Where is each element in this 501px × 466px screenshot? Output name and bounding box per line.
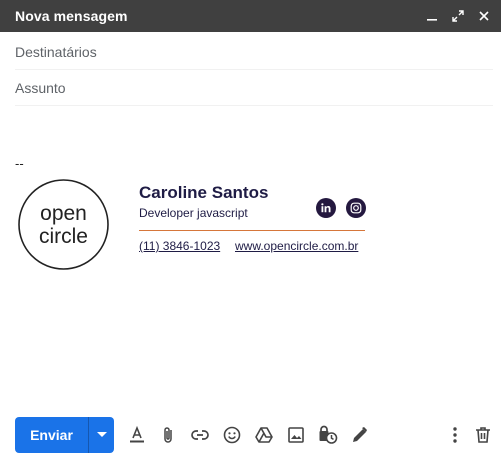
signature-separator: -- (15, 156, 24, 171)
compose-window: Nova mensagem Destinatários Assunto -- o… (0, 0, 501, 466)
open-circle-logo: open circle (18, 179, 109, 270)
linkedin-icon[interactable] (316, 198, 336, 218)
confidential-icon[interactable] (317, 424, 339, 446)
send-button-group: Enviar (15, 417, 114, 453)
drive-icon[interactable] (253, 424, 275, 446)
subject-placeholder: Assunto (15, 79, 66, 96)
compose-header: Nova mensagem (0, 0, 501, 32)
emoji-icon[interactable] (221, 424, 243, 446)
signature-divider (139, 230, 365, 231)
logo-text-circle: circle (39, 225, 88, 248)
expand-icon[interactable] (449, 7, 467, 25)
image-icon[interactable] (285, 424, 307, 446)
attach-icon[interactable] (157, 424, 179, 446)
trash-icon[interactable] (472, 424, 494, 446)
signature-phone-link[interactable]: (11) 3846-1023 (139, 239, 220, 253)
signature-website-link[interactable]: www.opencircle.com.br (235, 239, 358, 253)
send-options-button[interactable] (89, 417, 114, 453)
recipients-placeholder: Destinatários (15, 43, 97, 60)
close-icon[interactable] (475, 7, 493, 25)
minimize-icon[interactable] (423, 7, 441, 25)
more-options-icon[interactable] (444, 424, 466, 446)
link-icon[interactable] (189, 424, 211, 446)
signature-role: Developer javascript (139, 206, 248, 220)
signature-icon[interactable] (349, 424, 371, 446)
format-text-icon[interactable] (126, 424, 148, 446)
chevron-down-icon (96, 432, 107, 437)
logo-text-open: open (40, 202, 87, 225)
compose-title: Nova mensagem (15, 8, 128, 24)
instagram-icon[interactable] (346, 198, 366, 218)
signature-name: Caroline Santos (139, 183, 269, 202)
window-controls (423, 0, 493, 32)
recipients-field[interactable]: Destinatários (15, 34, 493, 70)
send-button[interactable]: Enviar (15, 417, 89, 453)
subject-field[interactable]: Assunto (15, 70, 493, 106)
